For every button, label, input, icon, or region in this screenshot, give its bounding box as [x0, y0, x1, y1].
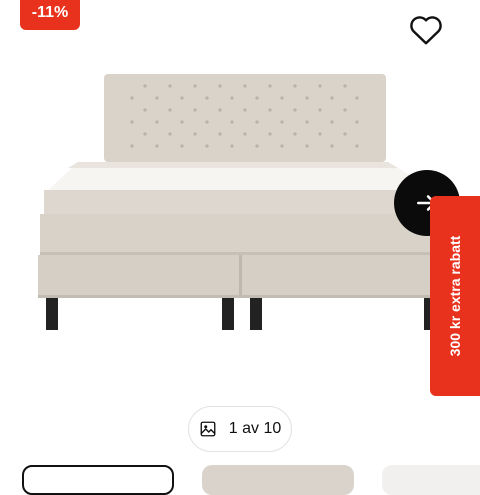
gallery-counter[interactable]: 1 av 10	[188, 406, 292, 452]
promo-tab[interactable]: 300 kr extra rabatt	[430, 196, 480, 396]
gallery-counter-label: 1 av 10	[228, 420, 282, 437]
discount-badge-label: -11%	[31, 4, 69, 21]
heart-icon[interactable]	[408, 12, 444, 46]
thumbnail-1[interactable]	[22, 465, 174, 495]
thumbnail-3[interactable]	[382, 465, 480, 495]
thumbnail-2[interactable]	[202, 465, 354, 495]
image-icon	[200, 421, 216, 437]
discount-badge: -11%	[20, 0, 80, 30]
promo-tab-label: 300 kr extra rabatt	[447, 235, 463, 357]
